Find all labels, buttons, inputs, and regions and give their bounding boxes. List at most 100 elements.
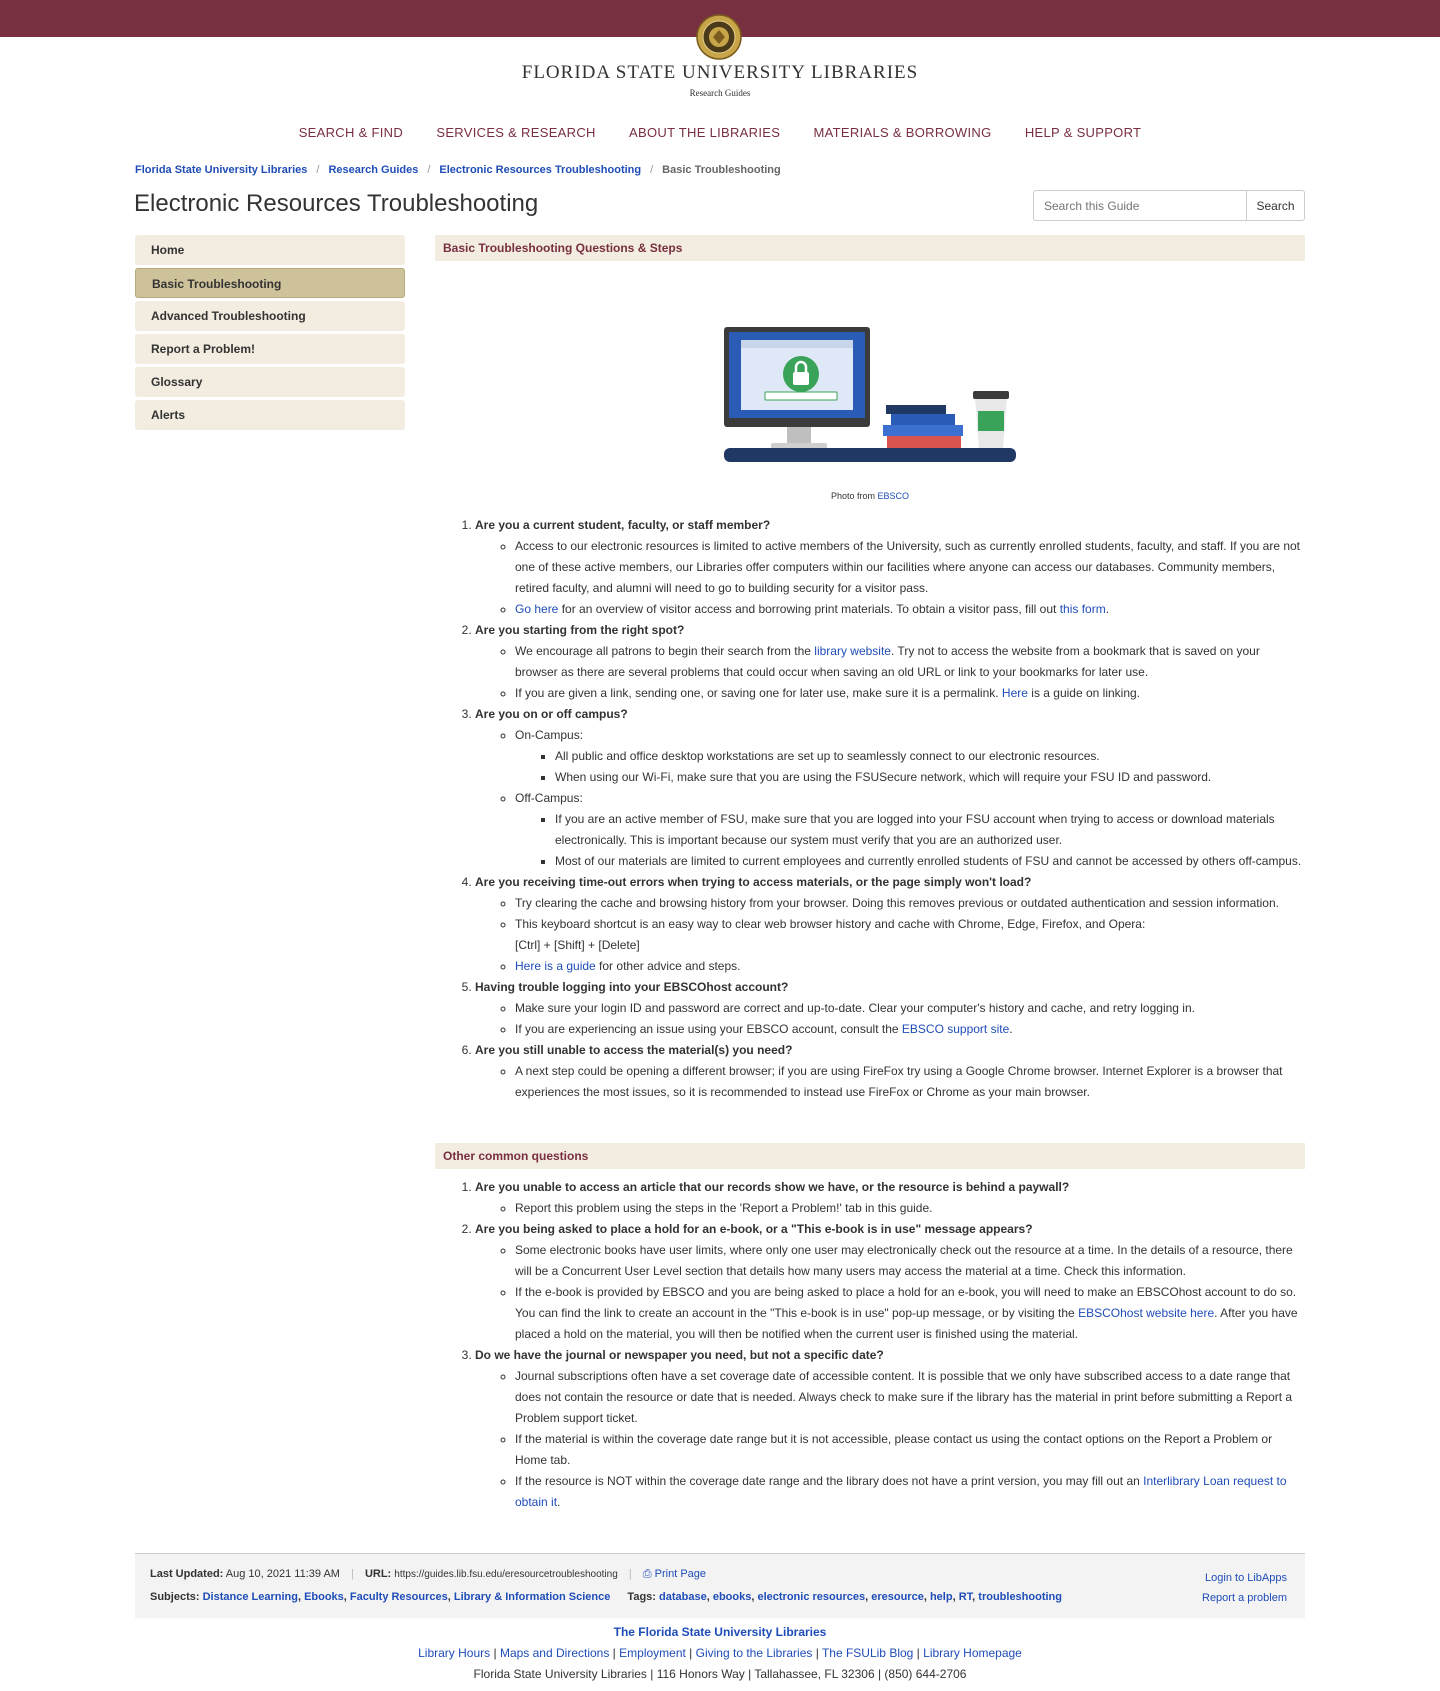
answer-item: If the material is within the coverage d… (515, 1429, 1305, 1471)
this-form-link[interactable]: this form (1060, 602, 1106, 616)
answer-item: A next step could be opening a different… (515, 1061, 1305, 1103)
list-item: Having trouble logging into your EBSCOho… (475, 977, 1305, 1040)
ebsco-photo-link[interactable]: EBSCO (878, 491, 910, 501)
answer-item: Here is a guide for other advice and ste… (515, 956, 1305, 977)
answer-item: If the e-book is provided by EBSCO and y… (515, 1282, 1305, 1345)
question-title: Are you being asked to place a hold for … (475, 1222, 1033, 1236)
answer-text: If you are experiencing an issue using y… (515, 1022, 902, 1036)
answer-text: . (1105, 602, 1110, 616)
answer-text: We encourage all patrons to begin their … (515, 644, 815, 658)
breadcrumb-research-guides[interactable]: Research Guides (328, 164, 418, 176)
subject-link[interactable]: Faculty Resources (350, 1591, 448, 1603)
footer-link-employment[interactable]: Employment (619, 1646, 686, 1660)
url-label: URL: (364, 1568, 392, 1580)
subjects-label: Subjects: (150, 1591, 200, 1603)
tag-link[interactable]: ebooks (713, 1591, 752, 1603)
footer-meta: Last Updated: Aug 10, 2021 11:39 AM | UR… (150, 1568, 706, 1581)
sidebar-item-report-problem[interactable]: Report a Problem! (135, 334, 405, 364)
brand-title[interactable]: FLORIDA STATE UNIVERSITY LIBRARIES (0, 62, 1440, 84)
answer-item: If the resource is NOT within the covera… (515, 1471, 1305, 1513)
keyboard-shortcut: [Ctrl] + [Shift] + [Delete] (515, 938, 640, 952)
list-item: Are you receiving time-out errors when t… (475, 872, 1305, 977)
footer-link-giving[interactable]: Giving to the Libraries (696, 1646, 813, 1660)
footer-link-homepage[interactable]: Library Homepage (923, 1646, 1022, 1660)
updated-label: Last Updated: (150, 1568, 224, 1580)
linking-guide-link[interactable]: Here (1002, 686, 1028, 700)
tag-link[interactable]: electronic resources (757, 1591, 865, 1603)
login-libapps-link[interactable]: Login to LibApps (1202, 1568, 1287, 1588)
sidebar-item-glossary[interactable]: Glossary (135, 367, 405, 397)
breadcrumb-sep: / (427, 164, 431, 176)
subject-link[interactable]: Library & Information Science (454, 1591, 610, 1603)
search-button[interactable]: Search (1246, 190, 1305, 221)
tag-link[interactable]: eresource (871, 1591, 924, 1603)
answer-text: for other advice and steps. (595, 959, 741, 973)
answer-item: Try clearing the cache and browsing hist… (515, 893, 1305, 914)
main-nav: SEARCH & FIND SERVICES & RESEARCH ABOUT … (0, 125, 1440, 140)
subject-link[interactable]: Ebooks (304, 1591, 344, 1603)
print-page-button[interactable]: ⎙ Print Page (643, 1568, 706, 1580)
answer-text: This keyboard shortcut is an easy way to… (515, 917, 1146, 931)
report-problem-link[interactable]: Report a problem (1202, 1588, 1287, 1608)
sidebar-item-basic-troubleshooting[interactable]: Basic Troubleshooting (135, 268, 405, 298)
breadcrumb-fsu-libraries[interactable]: Florida State University Libraries (135, 164, 307, 176)
brand-subtitle[interactable]: Research Guides (0, 88, 1440, 98)
tag-link[interactable]: RT (959, 1591, 972, 1603)
list-item: Are you unable to access an article that… (475, 1177, 1305, 1219)
site-footer: The Florida State University Libraries L… (0, 1622, 1440, 1685)
answer-item: Journal subscriptions often have a set c… (515, 1366, 1305, 1429)
breadcrumb-current: Basic Troubleshooting (662, 164, 781, 176)
answer-item: Off-Campus: If you are an active member … (515, 788, 1305, 872)
answer-text: If you are given a link, sending one, or… (515, 686, 1002, 700)
footer-divider: | (628, 1568, 632, 1580)
breadcrumb-guide[interactable]: Electronic Resources Troubleshooting (439, 164, 641, 176)
answer-item: Some electronic books have user limits, … (515, 1240, 1305, 1282)
footer-link-blog[interactable]: The FSULib Blog (822, 1646, 913, 1660)
answer-subitem: If you are an active member of FSU, make… (555, 809, 1305, 851)
answer-text: for an overview of visitor access and bo… (558, 602, 1060, 616)
question-title: Are you still unable to access the mater… (475, 1043, 793, 1057)
tag-link[interactable]: troubleshooting (978, 1591, 1062, 1603)
list-item: Are you being asked to place a hold for … (475, 1219, 1305, 1345)
answer-item: On-Campus: All public and office desktop… (515, 725, 1305, 788)
fsu-seal-icon[interactable] (696, 14, 742, 60)
footer-link-hours[interactable]: Library Hours (418, 1646, 490, 1660)
sidebar-item-alerts[interactable]: Alerts (135, 400, 405, 430)
answer-subitem: When using our Wi-Fi, make sure that you… (555, 767, 1305, 788)
library-website-link[interactable]: library website (814, 644, 891, 658)
list-item: Are you still unable to access the mater… (475, 1040, 1305, 1103)
list-item: Are you starting from the right spot? We… (475, 620, 1305, 704)
go-here-link[interactable]: Go here (515, 602, 558, 616)
sidebar-item-home[interactable]: Home (135, 235, 405, 265)
guide-link[interactable]: Here is a guide (515, 959, 596, 973)
tag-link[interactable]: help (930, 1591, 953, 1603)
sidebar-item-advanced-troubleshooting[interactable]: Advanced Troubleshooting (135, 301, 405, 331)
tag-link[interactable]: database (659, 1591, 707, 1603)
ebsco-support-link[interactable]: EBSCO support site (902, 1022, 1009, 1036)
footer-link-maps[interactable]: Maps and Directions (500, 1646, 609, 1660)
list-item: Do we have the journal or newspaper you … (475, 1345, 1305, 1513)
list-item: Are you a current student, faculty, or s… (475, 515, 1305, 620)
ebscohost-website-link[interactable]: EBSCOhost website here (1078, 1306, 1214, 1320)
breadcrumb-sep: / (316, 164, 320, 176)
tags-label: Tags: (627, 1591, 656, 1603)
answer-text: . (1009, 1022, 1013, 1036)
search-input[interactable] (1033, 190, 1246, 221)
list-item: Are you on or off campus? On-Campus: All… (475, 704, 1305, 872)
footer-org-link[interactable]: The Florida State University Libraries (0, 1622, 1440, 1643)
nav-help-support[interactable]: HELP & SUPPORT (1025, 125, 1141, 140)
guide-footer: Last Updated: Aug 10, 2021 11:39 AM | UR… (135, 1553, 1305, 1618)
nav-services-research[interactable]: SERVICES & RESEARCH (436, 125, 595, 140)
basic-questions-list: Are you a current student, faculty, or s… (435, 515, 1305, 1103)
question-title: Are you starting from the right spot? (475, 623, 685, 637)
breadcrumb: Florida State University Libraries / Resea… (135, 164, 781, 176)
footer-account: Login to LibApps Report a problem (1202, 1568, 1287, 1608)
subject-link[interactable]: Distance Learning (203, 1591, 298, 1603)
footer-subjects: Subjects: Distance Learning, Ebooks, Fac… (150, 1591, 1062, 1603)
question-title: Are you receiving time-out errors when t… (475, 875, 1032, 889)
nav-materials-borrowing[interactable]: MATERIALS & BORROWING (814, 125, 992, 140)
nav-about-libraries[interactable]: ABOUT THE LIBRARIES (629, 125, 780, 140)
nav-search-find[interactable]: SEARCH & FIND (299, 125, 403, 140)
answer-item: If you are experiencing an issue using y… (515, 1019, 1305, 1040)
url-value[interactable]: https://guides.lib.fsu.edu/eresourcetrou… (394, 1569, 617, 1580)
